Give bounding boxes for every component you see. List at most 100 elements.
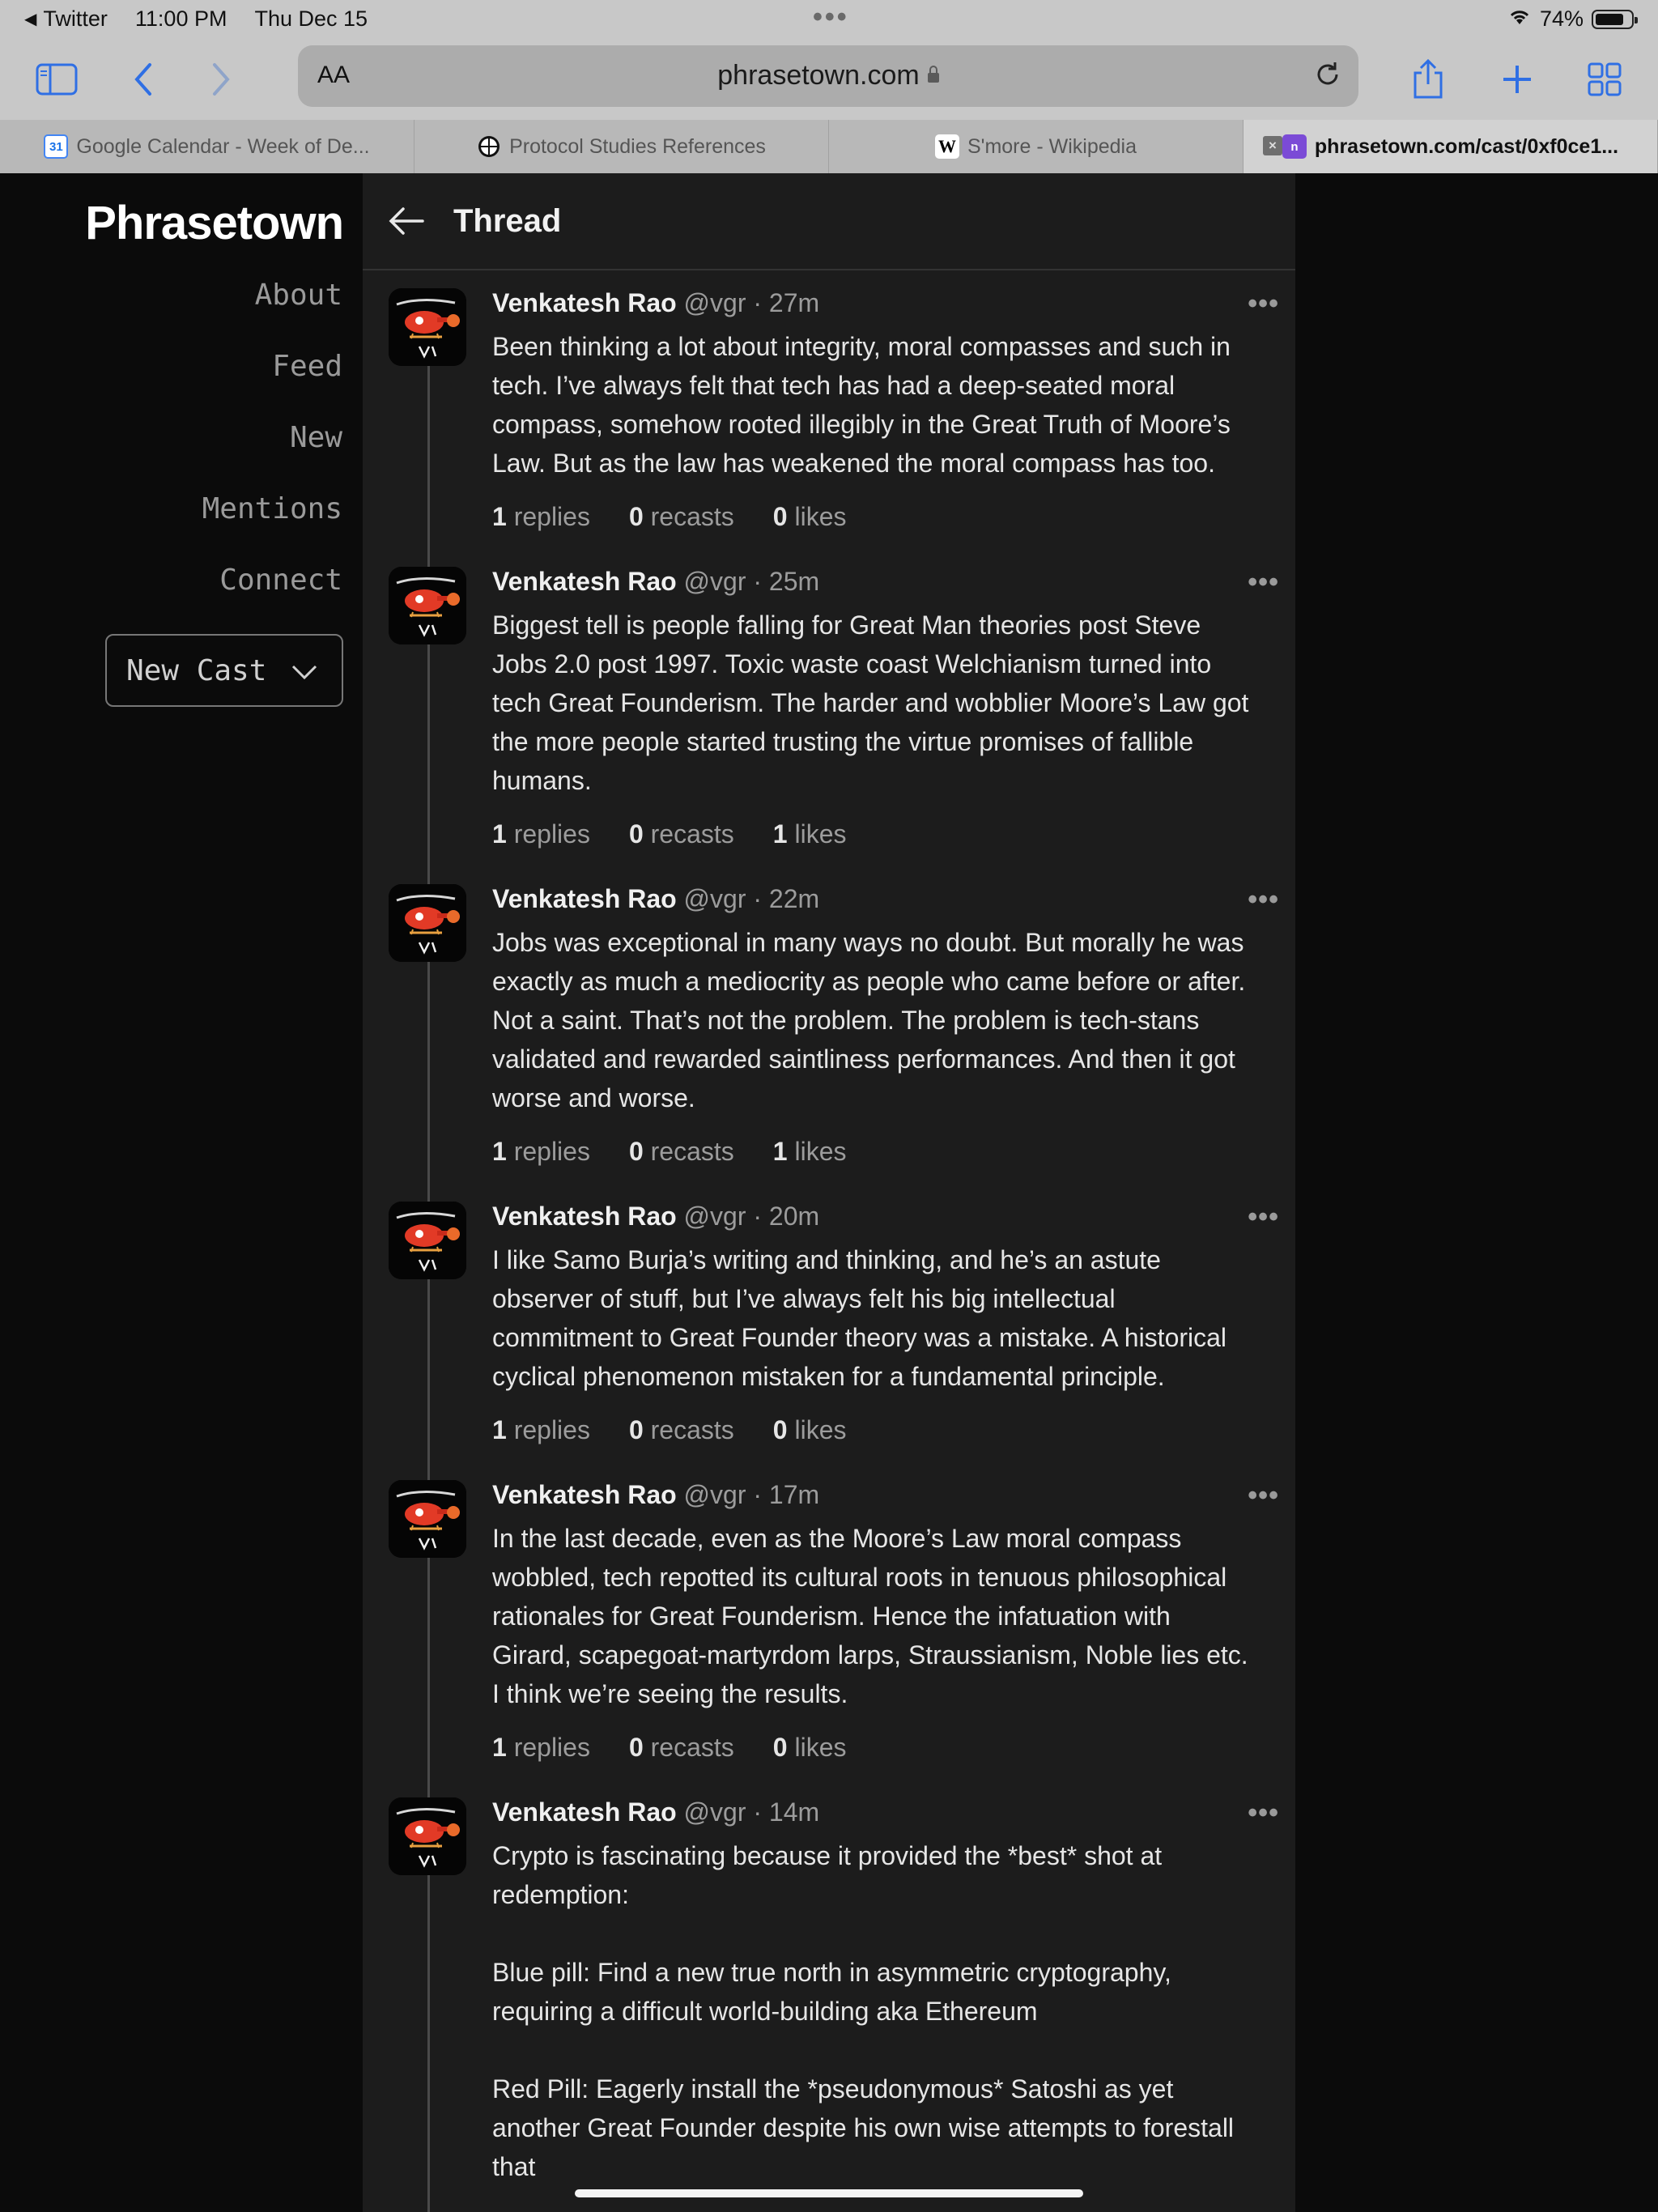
recasts-count[interactable]: 0 recasts <box>629 819 734 849</box>
author-handle[interactable]: @vgr <box>684 288 746 317</box>
avatar[interactable] <box>389 1797 466 1875</box>
new-cast-button[interactable]: New Cast <box>105 634 343 707</box>
tab-strip: 31 Google Calendar - Week of De... Proto… <box>0 120 1658 173</box>
web-page: Phrasetown About Feed New Mentions Conne… <box>0 173 1658 2212</box>
cast-text: Jobs was exceptional in many ways no dou… <box>492 928 1246 1112</box>
more-options-icon[interactable]: ••• <box>1248 567 1279 598</box>
more-options-icon[interactable]: ••• <box>1248 884 1279 916</box>
replies-count[interactable]: 1 replies <box>492 1415 590 1445</box>
tab-protocol-studies[interactable]: Protocol Studies References <box>414 120 829 173</box>
wifi-icon <box>1507 6 1532 32</box>
author-name[interactable]: Venkatesh Rao <box>492 1797 677 1827</box>
cast-text: Been thinking a lot about integrity, mor… <box>492 332 1231 478</box>
battery-percent: 74% <box>1539 6 1584 31</box>
new-tab-plus-icon[interactable] <box>1493 55 1541 104</box>
replies-count[interactable]: 1 replies <box>492 502 590 532</box>
battery-icon <box>1592 9 1638 29</box>
author-handle[interactable]: @vgr <box>684 567 746 596</box>
back-chevron-icon[interactable] <box>118 55 167 104</box>
nav-new[interactable]: New <box>202 421 342 492</box>
avatar[interactable] <box>389 1202 466 1279</box>
sidebar-nav: About Feed New Mentions Connect <box>202 279 342 635</box>
recasts-count[interactable]: 0 recasts <box>629 1415 734 1445</box>
status-time: 11:00 PM <box>134 6 227 31</box>
address-bar[interactable]: AA phrasetown.com <box>298 45 1358 107</box>
post-time: 27m <box>768 288 820 317</box>
tab-overview-icon[interactable] <box>1580 55 1629 104</box>
tab-phrasetown[interactable]: × n phrasetown.com/cast/0xf0ce1... <box>1244 120 1658 173</box>
nav-connect[interactable]: Connect <box>202 564 342 635</box>
replies-count[interactable]: 1 replies <box>492 819 590 849</box>
share-icon[interactable] <box>1404 55 1452 104</box>
site-logo[interactable]: Phrasetown <box>66 196 344 250</box>
tab-title: phrasetown.com/cast/0xf0ce1... <box>1314 134 1619 158</box>
more-options-icon[interactable]: ••• <box>1248 1202 1279 1233</box>
likes-count[interactable]: 1 likes <box>773 819 847 849</box>
recasts-count[interactable]: 0 recasts <box>629 502 734 532</box>
author-handle[interactable]: @vgr <box>684 1797 746 1827</box>
avatar[interactable] <box>389 884 466 962</box>
lock-icon <box>927 66 939 83</box>
tab-title: Protocol Studies References <box>509 134 766 158</box>
more-options-icon[interactable]: ••• <box>1248 1797 1279 1829</box>
author-handle[interactable]: @vgr <box>684 1480 746 1509</box>
cast-text: Biggest tell is people falling for Great… <box>492 610 1249 795</box>
author-handle[interactable]: @vgr <box>684 1202 746 1231</box>
reload-icon[interactable] <box>1313 60 1342 93</box>
avatar[interactable] <box>389 1480 466 1558</box>
likes-count[interactable]: 0 likes <box>773 1733 847 1763</box>
forward-chevron-icon[interactable] <box>198 55 246 104</box>
likes-count[interactable]: 1 likes <box>773 1137 847 1167</box>
status-date: Thu Dec 15 <box>254 6 368 31</box>
tab-title: Google Calendar - Week of De... <box>76 134 370 158</box>
author-name[interactable]: Venkatesh Rao <box>492 288 677 317</box>
nav-about[interactable]: About <box>202 279 342 350</box>
author-name[interactable]: Venkatesh Rao <box>492 1480 677 1509</box>
tab-google-calendar[interactable]: 31 Google Calendar - Week of De... <box>0 120 414 173</box>
new-cast-label: New Cast <box>126 653 267 687</box>
home-indicator[interactable] <box>575 2189 1083 2197</box>
tab-smore-wikipedia[interactable]: W S'more - Wikipedia <box>829 120 1244 173</box>
likes-count[interactable]: 0 likes <box>773 1415 847 1445</box>
author-name[interactable]: Venkatesh Rao <box>492 1202 677 1231</box>
recasts-count[interactable]: 0 recasts <box>629 1137 734 1167</box>
wikipedia-icon: W <box>935 134 959 159</box>
avatar[interactable] <box>389 288 466 366</box>
thread-panel: Thread Venkatesh Rao @vgr · 27m Been thi… <box>363 173 1295 2212</box>
post-time: 14m <box>768 1797 820 1827</box>
close-tab-icon[interactable]: × <box>1263 136 1282 155</box>
recasts-count[interactable]: 0 recasts <box>629 1733 734 1763</box>
avatar[interactable] <box>389 567 466 644</box>
post-time: 22m <box>768 884 820 913</box>
phrasetown-favicon-icon: n <box>1282 134 1307 159</box>
back-to-app-link[interactable]: ◀ Twitter <box>24 6 108 32</box>
multitasking-dots-icon[interactable]: ••• <box>813 2 849 33</box>
back-arrow-icon[interactable] <box>389 202 427 240</box>
cast-text: I like Samo Burja’s writing and thinking… <box>492 1245 1227 1391</box>
thread-header: Thread <box>363 173 1295 270</box>
likes-count[interactable]: 0 likes <box>773 502 847 532</box>
post-time: 17m <box>768 1480 820 1509</box>
google-calendar-icon: 31 <box>44 134 69 159</box>
back-triangle-icon: ◀ <box>24 11 37 28</box>
globe-icon <box>477 134 501 159</box>
cast-text: Crypto is fascinating because it provide… <box>492 1841 1235 2181</box>
browser-toolbar: AA phrasetown.com <box>0 39 1658 120</box>
author-handle[interactable]: @vgr <box>684 884 746 913</box>
page-title: Thread <box>453 202 562 239</box>
author-name[interactable]: Venkatesh Rao <box>492 567 677 596</box>
more-options-icon[interactable]: ••• <box>1248 288 1279 320</box>
post-time: 25m <box>768 567 820 596</box>
back-app-label: Twitter <box>43 6 108 31</box>
cast-text: In the last decade, even as the Moore’s … <box>492 1524 1248 1708</box>
status-bar: ◀ Twitter 11:00 PM Thu Dec 15 ••• 74% <box>0 0 1658 39</box>
url-text: phrasetown.com <box>717 60 920 91</box>
nav-feed[interactable]: Feed <box>202 350 342 421</box>
sidebar-toggle-icon[interactable] <box>32 55 81 104</box>
nav-mentions[interactable]: Mentions <box>202 492 342 564</box>
replies-count[interactable]: 1 replies <box>492 1733 590 1763</box>
replies-count[interactable]: 1 replies <box>492 1137 590 1167</box>
author-name[interactable]: Venkatesh Rao <box>492 884 677 913</box>
more-options-icon[interactable]: ••• <box>1248 1480 1279 1512</box>
tab-title: S'more - Wikipedia <box>967 134 1137 158</box>
